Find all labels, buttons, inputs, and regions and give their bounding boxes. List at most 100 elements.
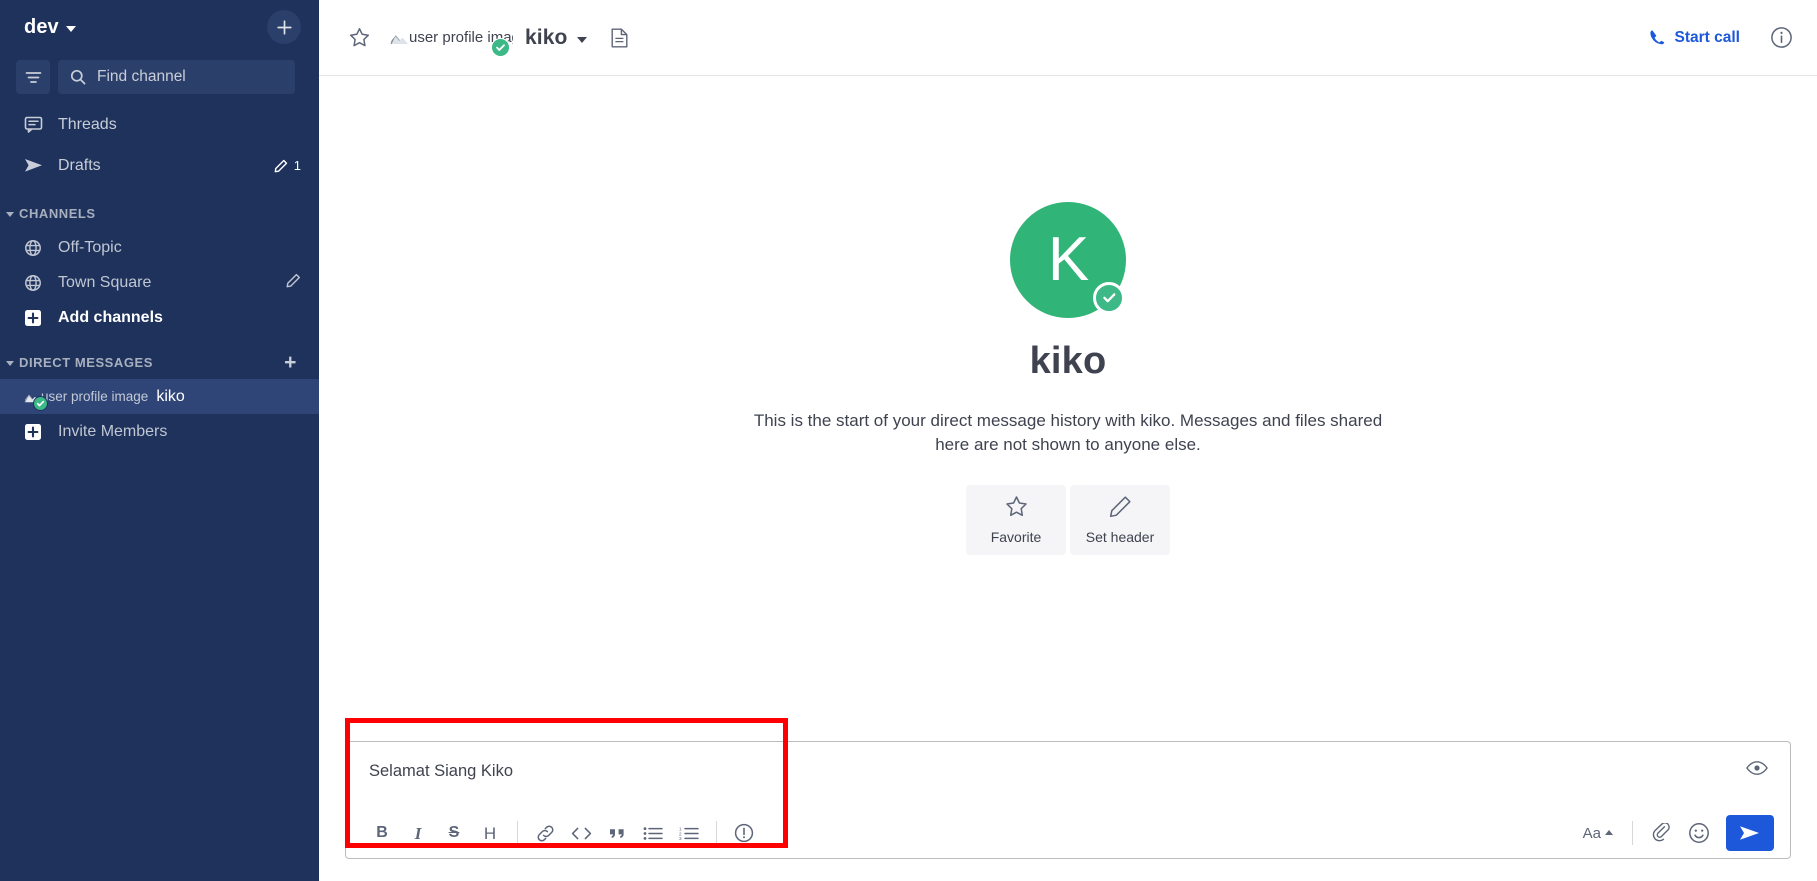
formatting-help-button[interactable] [726, 816, 762, 850]
team-header: dev [0, 0, 319, 54]
set-header-button[interactable]: Set header [1070, 485, 1170, 556]
composer-input-row: Selamat Siang Kiko [346, 742, 1790, 808]
sidebar-item-threads[interactable]: Threads [0, 104, 319, 145]
heading-glyph: H [483, 823, 497, 843]
message-area: K kiko This is the start of your direct … [319, 76, 1817, 741]
favorite-button[interactable]: Favorite [966, 485, 1066, 556]
plus-icon [276, 19, 292, 35]
globe-icon [24, 239, 46, 257]
team-name: dev [24, 15, 59, 38]
add-direct-message-icon[interactable]: + [284, 352, 301, 373]
sidebar-item-label: Drafts [58, 156, 101, 174]
chevron-down-icon [65, 25, 76, 32]
sidebar-item-kiko[interactable]: user profile image kiko [0, 379, 319, 414]
channel-header-left: user profile image kiko [345, 23, 1641, 57]
toolbar-divider [517, 821, 518, 845]
filter-icon [25, 71, 41, 83]
main-panel: user profile image kiko [319, 0, 1817, 881]
emoji-icon [1689, 823, 1709, 843]
drafts-badge: 1 [274, 158, 301, 173]
search-input[interactable]: Find channel [58, 60, 295, 94]
category-channels[interactable]: CHANNELS [0, 196, 319, 230]
avatar: user profile image [24, 389, 148, 411]
italic-glyph: I [414, 823, 422, 843]
channel-label: Town Square [58, 273, 152, 291]
send-icon [24, 156, 46, 175]
quote-button[interactable] [599, 816, 635, 850]
intro-description: This is the start of your direct message… [753, 410, 1383, 454]
heading-button[interactable]: H [472, 816, 508, 850]
mattermost-app: dev Find channel Threads Drafts 1 CHANNE… [0, 0, 1817, 881]
emoji-picker-button[interactable] [1680, 815, 1718, 851]
file-icon[interactable] [611, 28, 628, 48]
drafts-count: 1 [293, 158, 301, 173]
bold-button[interactable]: B [364, 816, 400, 850]
sidebar-item-town-square[interactable]: Town Square [0, 265, 319, 300]
favorite-star-icon[interactable] [345, 23, 374, 52]
strikethrough-glyph: S [448, 824, 460, 841]
attach-file-button[interactable] [1642, 815, 1680, 851]
header-avatar: user profile image [390, 29, 513, 57]
composer-toolbar: B I S H 1 2 3 Aa [346, 808, 1790, 858]
channel-label: Add channels [58, 308, 163, 326]
globe-icon [24, 274, 46, 292]
channel-filter-button[interactable] [16, 60, 50, 94]
sidebar-item-invite-members[interactable]: Invite Members [0, 414, 319, 449]
bulleted-list-icon [643, 826, 663, 840]
dm-label: Invite Members [58, 422, 168, 440]
composer-area: Selamat Siang Kiko B I S H 1 2 3 Aa [319, 741, 1817, 881]
toolbar-divider [1632, 821, 1633, 845]
status-online-icon [1093, 281, 1125, 314]
status-online-icon [33, 396, 48, 411]
code-button[interactable] [563, 816, 599, 850]
sidebar-item-add-channels[interactable]: Add channels [0, 300, 319, 335]
pencil-icon [1109, 496, 1131, 518]
channel-header: user profile image kiko [319, 0, 1817, 76]
message-composer: Selamat Siang Kiko B I S H 1 2 3 Aa [345, 741, 1791, 859]
threads-icon [24, 115, 46, 134]
plus-box-icon [24, 423, 46, 441]
sidebar-item-label: Threads [58, 115, 117, 133]
sidebar-item-off-topic[interactable]: Off-Topic [0, 230, 319, 265]
category-direct-messages[interactable]: DIRECT MESSAGES + [0, 345, 319, 379]
start-call-label: Start call [1674, 28, 1740, 46]
info-icon [734, 823, 754, 843]
ordered-list-button[interactable]: 1 2 3 [671, 816, 707, 850]
italic-button[interactable]: I [400, 816, 436, 850]
composer-actions: Aa [1573, 815, 1774, 851]
ordered-list-icon: 1 2 3 [679, 826, 699, 841]
bold-glyph: B [376, 824, 388, 841]
plus-box-icon [24, 309, 46, 327]
intro-actions: Favorite Set header [668, 485, 1468, 556]
start-call-button[interactable]: Start call [1641, 23, 1748, 53]
message-input[interactable]: Selamat Siang Kiko [346, 742, 1746, 798]
link-button[interactable] [527, 816, 563, 850]
search-placeholder: Find channel [97, 68, 186, 85]
team-menu-button[interactable]: dev [24, 16, 76, 39]
favorite-label: Favorite [990, 529, 1042, 546]
chevron-up-icon [1605, 829, 1613, 835]
chevron-down-icon [6, 211, 14, 217]
text-formatting-label: Aa [1582, 824, 1601, 842]
edit-channel-icon[interactable] [286, 273, 301, 293]
text-formatting-toggle[interactable]: Aa [1573, 819, 1623, 848]
page-title: kiko [525, 25, 568, 49]
chevron-down-icon [6, 360, 14, 366]
send-icon [1740, 826, 1759, 840]
info-icon[interactable] [1770, 26, 1793, 49]
quote-icon [609, 828, 624, 838]
send-button[interactable] [1726, 815, 1774, 851]
preview-eye-icon[interactable] [1746, 742, 1790, 776]
formatting-tools: B I S H 1 2 3 [364, 816, 762, 850]
channel-label: Off-Topic [58, 238, 122, 256]
status-online-icon [491, 38, 510, 57]
broken-image-icon [390, 29, 409, 46]
bulleted-list-button[interactable] [635, 816, 671, 850]
star-icon [1005, 496, 1027, 517]
strikethrough-button[interactable]: S [436, 816, 472, 850]
dm-intro: K kiko This is the start of your direct … [668, 201, 1468, 556]
sidebar-item-drafts[interactable]: Drafts 1 [0, 145, 319, 186]
chevron-down-icon[interactable] [577, 36, 588, 43]
add-button[interactable] [267, 10, 301, 44]
toolbar-divider [716, 821, 717, 845]
